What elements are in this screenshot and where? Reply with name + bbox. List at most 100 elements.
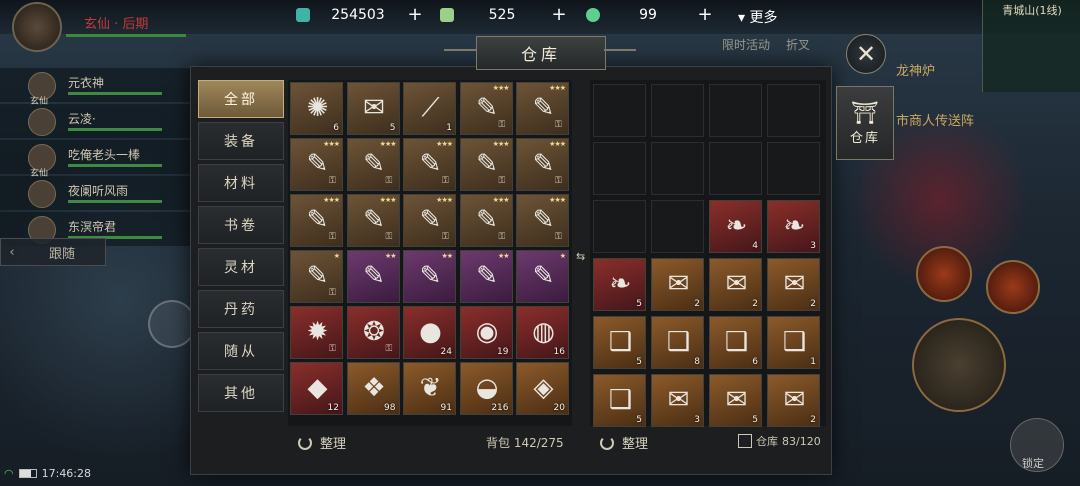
add-currency-1-button[interactable]: + bbox=[406, 6, 424, 24]
bag-item-slot[interactable]: ❂ ⚿ bbox=[346, 306, 400, 359]
bag-item-slot[interactable]: ⟋ 1 bbox=[403, 82, 456, 135]
bag-sort-button[interactable]: 整理 bbox=[298, 433, 346, 452]
bag-item-slot[interactable]: ✎ ★★★ ⚿ bbox=[459, 194, 513, 247]
bag-item-slot[interactable]: ◈ 20 bbox=[516, 362, 569, 415]
warehouse-item-slot[interactable] bbox=[709, 142, 762, 195]
bag-item-slot[interactable]: ✹ ⚿ bbox=[290, 306, 343, 359]
warehouse-item-slot[interactable]: ✉ 2 bbox=[767, 258, 820, 311]
warehouse-item-slot[interactable]: ❑ 8 bbox=[651, 316, 704, 369]
bag-item-slot[interactable]: ✎ ★★ bbox=[346, 250, 400, 303]
player-avatar[interactable] bbox=[12, 2, 62, 52]
item-count: 20 bbox=[553, 403, 565, 413]
bag-item-slot[interactable]: ◍ 16 bbox=[516, 306, 569, 359]
skill-button-1[interactable] bbox=[916, 246, 972, 302]
avatar bbox=[28, 180, 56, 208]
bag-item-slot[interactable]: ✎ ★ bbox=[516, 250, 569, 303]
item-star-rating: ★★★ bbox=[492, 196, 510, 204]
bag-item-slot[interactable]: ✎ ★★★ ⚿ bbox=[290, 194, 343, 247]
bag-item-slot[interactable]: ✎ ★★★ ⚿ bbox=[403, 194, 456, 247]
warehouse-item-slot[interactable] bbox=[767, 142, 820, 195]
warehouse-sort-button[interactable]: 整理 bbox=[600, 433, 648, 452]
warehouse-item-slot[interactable] bbox=[651, 200, 704, 253]
item-count: 5 bbox=[636, 357, 642, 367]
bag-item-slot[interactable]: ✎ ★★★ ⚿ bbox=[516, 82, 569, 135]
bag-item-slot[interactable]: ✉ 5 bbox=[346, 82, 400, 135]
player-hp-bar bbox=[66, 34, 186, 37]
bag-item-slot[interactable]: ❖ 98 bbox=[346, 362, 400, 415]
category-tab-other[interactable]: 其他 bbox=[198, 374, 284, 412]
category-tab-materials[interactable]: 材料 bbox=[198, 164, 284, 202]
bag-item-slot[interactable]: ✎ ★★ bbox=[459, 250, 513, 303]
bag-item-slot[interactable]: ● 24 bbox=[403, 306, 456, 359]
bag-item-slot[interactable]: ✎ ★★ bbox=[403, 250, 456, 303]
warehouse-item-slot[interactable] bbox=[651, 142, 704, 195]
bag-item-slot[interactable]: ◆ 12 bbox=[290, 362, 343, 415]
bag-item-slot[interactable]: ✺ 6 bbox=[290, 82, 343, 135]
close-button[interactable]: ✕ bbox=[846, 34, 886, 74]
warehouse-item-slot[interactable]: ✉ 2 bbox=[767, 374, 820, 427]
warehouse-item-slot[interactable] bbox=[593, 84, 646, 137]
item-count: 1 bbox=[446, 123, 452, 133]
party-member[interactable]: 玄仙 吃俺老头一棒 bbox=[0, 140, 190, 179]
warehouse-item-slot[interactable]: ❑ 1 bbox=[767, 316, 820, 369]
bag-item-slot[interactable]: ◒ 216 bbox=[459, 362, 513, 415]
item-star-rating: ★★★ bbox=[492, 84, 510, 92]
item-count: 1 bbox=[810, 357, 816, 367]
category-tab-all[interactable]: 全部 bbox=[198, 80, 284, 118]
category-tab-companions[interactable]: 随从 bbox=[198, 332, 284, 370]
warehouse-item-slot[interactable]: ✉ 2 bbox=[651, 258, 704, 311]
minimap[interactable]: 青城山(1线) bbox=[982, 0, 1080, 92]
warehouse-item-slot[interactable] bbox=[651, 84, 704, 137]
movement-joystick[interactable] bbox=[148, 300, 196, 348]
warehouse-item-slot[interactable] bbox=[593, 200, 646, 253]
attack-button[interactable] bbox=[912, 318, 1006, 412]
warehouse-item-slot[interactable] bbox=[767, 84, 820, 137]
warehouse-item-slot[interactable]: ❑ 5 bbox=[593, 316, 646, 369]
warehouse-item-slot[interactable]: ✉ 2 bbox=[709, 258, 762, 311]
bag-item-slot[interactable]: ◉ 19 bbox=[459, 306, 513, 359]
warehouse-item-slot[interactable]: ✉ 5 bbox=[709, 374, 762, 427]
bag-item-slot[interactable]: ✎ ★★★ ⚿ bbox=[403, 138, 456, 191]
warehouse-item-slot[interactable] bbox=[593, 142, 646, 195]
bag-item-slot[interactable]: ✎ ★ ⚿ bbox=[290, 250, 343, 303]
party-member[interactable]: 玄仙 元衣神 bbox=[0, 68, 190, 107]
warehouse-item-slot[interactable]: ❧ 3 bbox=[767, 200, 820, 253]
status-bar: ◠ 17:46:28 bbox=[4, 467, 91, 480]
category-tab-pills[interactable]: 丹药 bbox=[198, 290, 284, 328]
item-star-rating: ★★ bbox=[384, 252, 397, 260]
bag-item-slot[interactable]: ✎ ★★★ ⚿ bbox=[516, 138, 569, 191]
item-count: 91 bbox=[440, 403, 452, 413]
warehouse-capacity-label: 仓库 bbox=[756, 435, 778, 448]
party-member[interactable]: 夜阑听风雨 bbox=[0, 176, 190, 210]
add-currency-2-button[interactable]: + bbox=[550, 6, 568, 24]
bag-item-slot[interactable]: ✎ ★★★ ⚿ bbox=[346, 138, 400, 191]
warehouse-item-slot[interactable]: ✉ 3 bbox=[651, 374, 704, 427]
warehouse-item-slot[interactable] bbox=[709, 84, 762, 137]
party-member-name: 东溟帝君 bbox=[68, 220, 117, 234]
tab-warehouse[interactable]: ⛩ 仓库 bbox=[836, 86, 894, 160]
bag-item-slot[interactable]: ❦ 91 bbox=[403, 362, 456, 415]
bag-item-slot[interactable]: ✎ ★★★ ⚿ bbox=[516, 194, 569, 247]
party-member[interactable]: 云凌· bbox=[0, 104, 190, 138]
warehouse-item-slot[interactable]: ❑ 6 bbox=[709, 316, 762, 369]
category-tab-spirit-materials[interactable]: 灵材 bbox=[198, 248, 284, 286]
add-currency-3-button[interactable]: + bbox=[696, 6, 714, 24]
more-menu-button[interactable]: ▾ 更多 bbox=[738, 7, 777, 27]
item-star-rating: ★★★ bbox=[323, 196, 340, 204]
item-count: 5 bbox=[389, 123, 396, 133]
bag-item-slot[interactable]: ✎ ★★★ ⚿ bbox=[459, 138, 513, 191]
bag-item-slot[interactable]: ✎ ★★★ ⚿ bbox=[346, 194, 400, 247]
warehouse-item-slot[interactable]: ❧ 5 bbox=[593, 258, 646, 311]
skill-button-2[interactable] bbox=[986, 260, 1040, 314]
warehouse-item-slot[interactable]: ❑ 5 bbox=[593, 374, 646, 427]
lock-icon: ⚿ bbox=[385, 232, 393, 242]
warehouse-item-slot[interactable]: ❧ 4 bbox=[709, 200, 762, 253]
follow-button[interactable]: ‹ 跟随 bbox=[0, 238, 106, 266]
currency-1-value: 254503 bbox=[331, 7, 385, 23]
category-tab-equipment[interactable]: 装备 bbox=[198, 122, 284, 160]
category-tab-books[interactable]: 书卷 bbox=[198, 206, 284, 244]
warehouse-capacity-value: 83/120 bbox=[782, 434, 821, 448]
bag-item-slot[interactable]: ✎ ★★★ ⚿ bbox=[459, 82, 513, 135]
bag-item-slot[interactable]: ✎ ★★★ ⚿ bbox=[290, 138, 343, 191]
item-count: 2 bbox=[694, 299, 700, 309]
